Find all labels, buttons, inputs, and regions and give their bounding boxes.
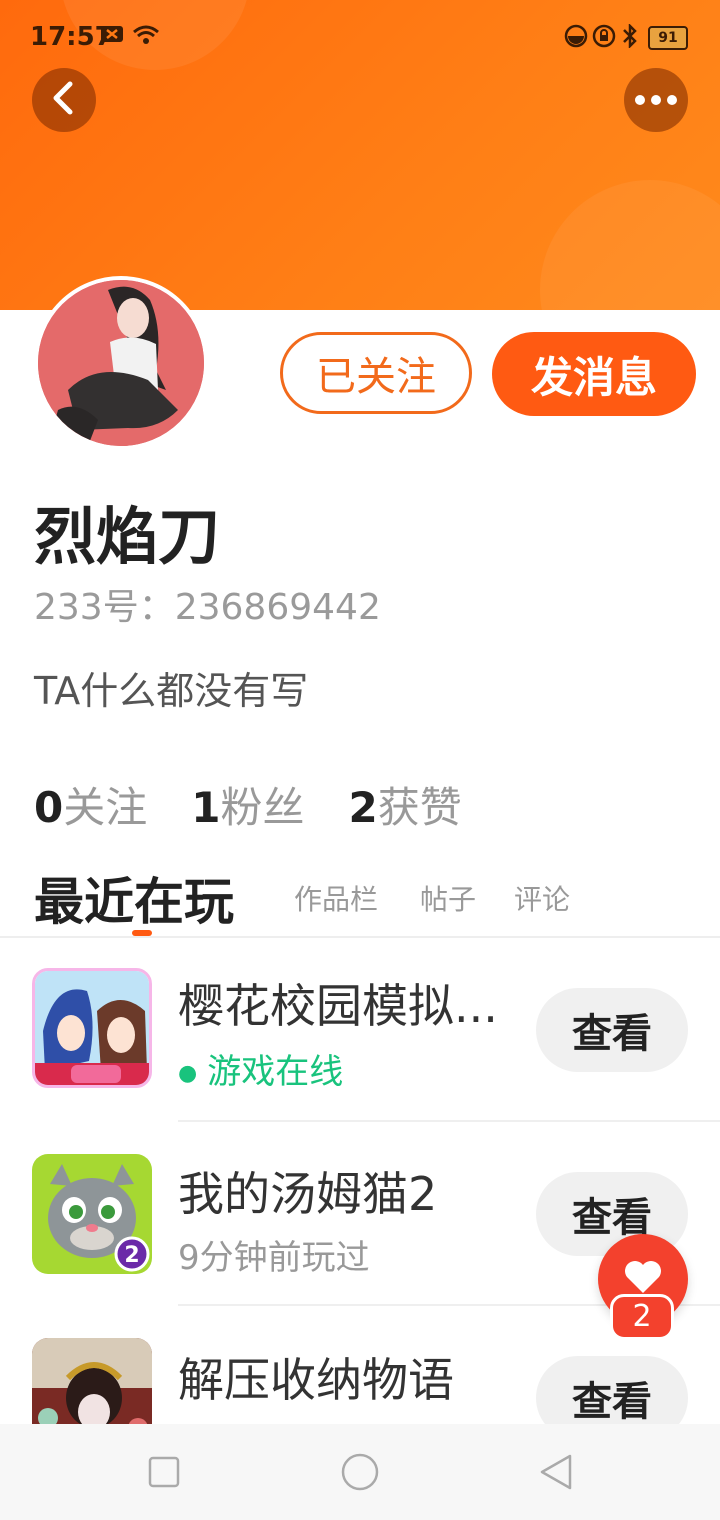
stat-count: 1 (191, 783, 221, 832)
stat-fans[interactable]: 1粉丝 (191, 774, 304, 835)
tab-recently-played[interactable]: 最近在玩 (34, 862, 234, 934)
notification-x-icon (100, 24, 124, 48)
chevron-left-icon (50, 80, 78, 120)
profile-tabs: 最近在玩 作品栏 帖子 评论 (34, 862, 714, 936)
header-decoration (540, 180, 720, 310)
profile-bio: TA什么都没有写 (34, 669, 309, 713)
like-count-badge: 2 (610, 1294, 674, 1340)
game-status: ● 游戏在线 (178, 1044, 343, 1093)
back-triangle-icon[interactable] (538, 1452, 574, 1496)
status-bar: 17:57 91 (0, 0, 720, 72)
tab-works[interactable]: 作品栏 (294, 878, 378, 918)
more-dots-icon (634, 91, 678, 110)
game-last-played: 9分钟前玩过 (178, 1238, 370, 1278)
stat-label: 获赞 (377, 783, 462, 832)
recent-apps-icon[interactable] (148, 1456, 180, 1492)
rotation-lock-icon (592, 24, 616, 52)
system-nav-bar (0, 1424, 720, 1520)
dnd-icon (564, 24, 588, 52)
more-button[interactable] (624, 68, 688, 132)
tab-posts[interactable]: 帖子 (420, 878, 476, 918)
profile-uid: 233号：236869442 (34, 587, 381, 628)
battery-icon: 91 (648, 26, 688, 50)
stat-count: 0 (34, 783, 64, 832)
back-button[interactable] (32, 68, 96, 132)
profile-stats: 0关注 1粉丝 2获赞 (34, 774, 506, 835)
game-title: 解压收纳物语 (178, 1353, 454, 1407)
stat-likes[interactable]: 2获赞 (349, 774, 462, 835)
view-game-button[interactable]: 查看 (536, 988, 688, 1072)
stat-label: 关注 (63, 783, 148, 832)
tab-comments[interactable]: 评论 (514, 878, 570, 918)
svg-text:2: 2 (124, 1243, 139, 1268)
row-divider (178, 1120, 720, 1122)
avatar[interactable] (34, 276, 208, 450)
game-icon: 2 (32, 1154, 152, 1274)
stat-count: 2 (348, 783, 378, 832)
game-title: 樱花校园模拟... (178, 979, 498, 1033)
game-title: 我的汤姆猫2 (178, 1167, 438, 1221)
home-icon[interactable] (340, 1452, 380, 1496)
game-status-text: 游戏在线 (207, 1052, 344, 1092)
send-message-button[interactable]: 发消息 (492, 332, 696, 416)
tabs-divider (0, 936, 720, 938)
game-icon (32, 968, 152, 1088)
followed-button[interactable]: 已关注 (280, 332, 472, 414)
bluetooth-icon (620, 22, 640, 52)
wifi-icon (132, 24, 160, 50)
online-dot-icon: ● (178, 1061, 198, 1086)
stat-following[interactable]: 0关注 (34, 774, 147, 835)
stat-label: 粉丝 (220, 783, 305, 832)
game-row[interactable]: 樱花校园模拟... ● 游戏在线 查看 (0, 940, 720, 1124)
heart-icon (623, 1259, 663, 1299)
game-icon (32, 1338, 152, 1424)
profile-name: 烈焰刀 (34, 500, 221, 573)
view-game-button[interactable]: 查看 (536, 1356, 688, 1424)
